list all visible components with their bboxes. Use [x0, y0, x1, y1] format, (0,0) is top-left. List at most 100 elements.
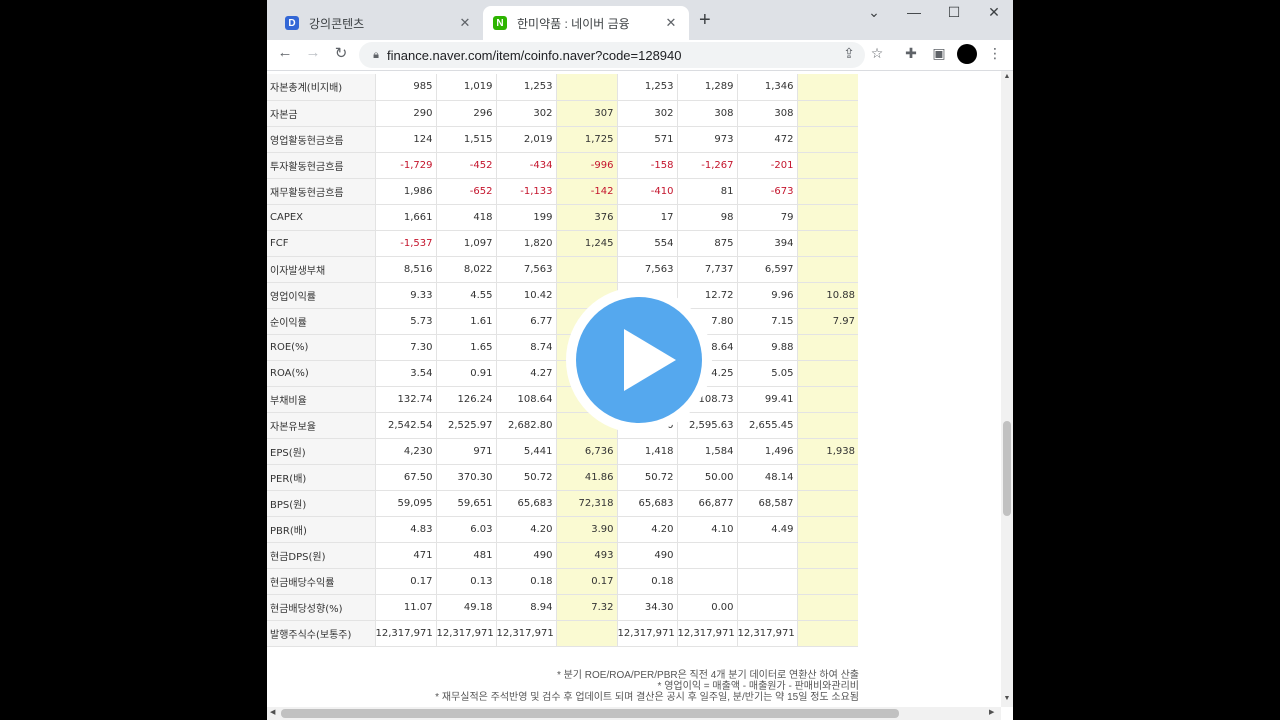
- browser-toolbar: ← → ↻ 🔒︎ finance.naver.com/item/coinfo.n…: [267, 40, 1013, 71]
- table-cell: 0.18: [616, 568, 677, 595]
- table-row: 영업활동현금흐름 124 1,515 2,019 1,725 571 973 472: [267, 126, 858, 153]
- url-text: finance.naver.com/item/coinfo.naver?code…: [387, 47, 682, 63]
- row-label: 현금배당성향(%): [267, 594, 375, 621]
- row-label: 영업이익률: [267, 282, 375, 309]
- scroll-up-icon[interactable]: ▲: [1001, 73, 1013, 80]
- tab-title: 한미약품 : 네이버 금융: [517, 16, 630, 31]
- table-cell: -1,729: [374, 152, 436, 179]
- row-label: ROA(%): [267, 360, 375, 387]
- table-cell: 0.13: [435, 568, 496, 595]
- table-cell: 307: [555, 100, 617, 127]
- table-cell: [796, 126, 858, 153]
- table-cell: [676, 568, 737, 595]
- table-cell: 50.00: [676, 464, 737, 491]
- scroll-left-icon[interactable]: ◀: [270, 708, 275, 716]
- table-cell: 308: [676, 100, 737, 127]
- table-cell: [796, 594, 858, 621]
- row-label: 순이익률: [267, 308, 375, 335]
- table-cell: 50.72: [495, 464, 556, 491]
- star-icon[interactable]: ☆: [867, 45, 887, 62]
- table-cell: [555, 620, 617, 647]
- table-cell: 1,496: [736, 438, 797, 465]
- row-label: 자본금: [267, 100, 375, 127]
- row-label: ROE(%): [267, 334, 375, 361]
- maximize-icon[interactable]: ☐: [939, 4, 969, 21]
- table-cell: 10.88: [796, 282, 858, 309]
- table-cell: 1,938: [796, 438, 858, 465]
- table-row: 자본유보율2,542.542,525.972,682.802,682.802,5…: [267, 412, 858, 439]
- close-icon[interactable]: ✕: [663, 15, 679, 31]
- play-button[interactable]: [566, 287, 712, 433]
- scrollbar-thumb[interactable]: [281, 709, 899, 718]
- table-row: 발행주식수(보통주) 12,317,971 12,317,971 12,317,971…: [267, 620, 858, 647]
- table-cell: 5.05: [736, 360, 797, 387]
- scroll-down-icon[interactable]: ▼: [1001, 695, 1013, 702]
- table-cell: 108.64: [495, 386, 556, 413]
- new-tab-icon[interactable]: +: [699, 9, 711, 32]
- table-cell: [796, 334, 858, 361]
- table-cell: 8,022: [435, 256, 496, 283]
- row-label: 현금DPS(원): [267, 542, 375, 569]
- scroll-right-icon[interactable]: ▶: [989, 708, 994, 716]
- extensions-icon[interactable]: ✚: [901, 45, 921, 62]
- table-row: ROA(%) 3.54 0.91 4.27 4.25 5.05: [267, 360, 858, 387]
- table-cell: 12,317,971: [736, 620, 797, 647]
- table-cell: [736, 568, 797, 595]
- table-cell: [796, 568, 858, 595]
- table-cell: [796, 620, 858, 647]
- side-panel-icon[interactable]: ▣: [929, 45, 949, 62]
- table-row: FCF -1,537 1,097 1,820 1,245 554 875 394: [267, 230, 858, 257]
- table-cell: 1,253: [495, 74, 556, 101]
- share-icon[interactable]: ⇪: [839, 45, 859, 62]
- minimize-icon[interactable]: —: [899, 4, 929, 20]
- chevron-down-icon[interactable]: ⌄: [859, 4, 889, 21]
- forward-icon[interactable]: →: [302, 44, 324, 61]
- table-cell: 481: [435, 542, 496, 569]
- financial-table: 자본총계(비지배) 985 1,019 1,253 1,253 1,289 1,346 자본금…: [267, 74, 858, 647]
- table-cell: [796, 178, 858, 205]
- close-icon[interactable]: ✕: [457, 15, 473, 31]
- table-cell: 6.03: [435, 516, 496, 543]
- table-cell: [796, 360, 858, 387]
- table-cell: 12,317,971: [495, 620, 556, 647]
- table-cell: 6.77: [495, 308, 556, 335]
- table-cell: 132.74: [374, 386, 436, 413]
- row-label: 재무활동현금흐름: [267, 178, 375, 205]
- close-window-icon[interactable]: ✕: [979, 4, 1009, 21]
- table-row: CAPEX 1,661 418 199 376 17 98 79: [267, 204, 858, 231]
- table-row: 순이익률 5.73 1.61 6.77 7.80 7.15 7.97: [267, 308, 858, 335]
- table-cell: 4.55: [435, 282, 496, 309]
- table-cell: 4,230: [374, 438, 436, 465]
- table-cell: 124: [374, 126, 436, 153]
- table-cell: [796, 516, 858, 543]
- scrollbar-thumb[interactable]: [1003, 421, 1011, 516]
- address-bar[interactable]: 🔒︎ finance.naver.com/item/coinfo.naver?c…: [359, 42, 865, 68]
- menu-icon[interactable]: ⋮: [985, 45, 1005, 62]
- table-row: 현금배당성향(%) 11.07 49.18 8.94 7.32 34.30 0.00: [267, 594, 858, 621]
- table-cell: 370.30: [435, 464, 496, 491]
- table-cell: 4.20: [495, 516, 556, 543]
- row-label: EPS(원): [267, 438, 375, 465]
- table-cell: 6,597: [736, 256, 797, 283]
- table-cell: 4.10: [676, 516, 737, 543]
- table-cell: 10.42: [495, 282, 556, 309]
- table-cell: 48.14: [736, 464, 797, 491]
- tab-naver-finance[interactable]: N 한미약품 : 네이버 금융 ✕: [483, 6, 689, 40]
- table-cell: 308: [736, 100, 797, 127]
- table-cell: 2,525.97: [435, 412, 496, 439]
- reload-icon[interactable]: ↻: [330, 44, 352, 62]
- tab-lecture-content[interactable]: D 강의콘텐츠 ✕: [275, 6, 483, 40]
- table-cell: 0.91: [435, 360, 496, 387]
- row-label: PER(배): [267, 464, 375, 491]
- table-cell: 1,245: [555, 230, 617, 257]
- table-cell: 302: [616, 100, 677, 127]
- row-label: 이자발생부채: [267, 256, 375, 283]
- table-cell: -142: [555, 178, 617, 205]
- table-cell: 490: [495, 542, 556, 569]
- horizontal-scrollbar[interactable]: ◀ ▶: [267, 707, 1001, 720]
- back-icon[interactable]: ←: [274, 44, 296, 61]
- vertical-scrollbar[interactable]: ▲ ▼: [1001, 71, 1013, 707]
- table-row: 현금DPS(원) 471 481 490 493 490: [267, 542, 858, 569]
- table-cell: 2,655.45: [736, 412, 797, 439]
- avatar[interactable]: [957, 44, 977, 64]
